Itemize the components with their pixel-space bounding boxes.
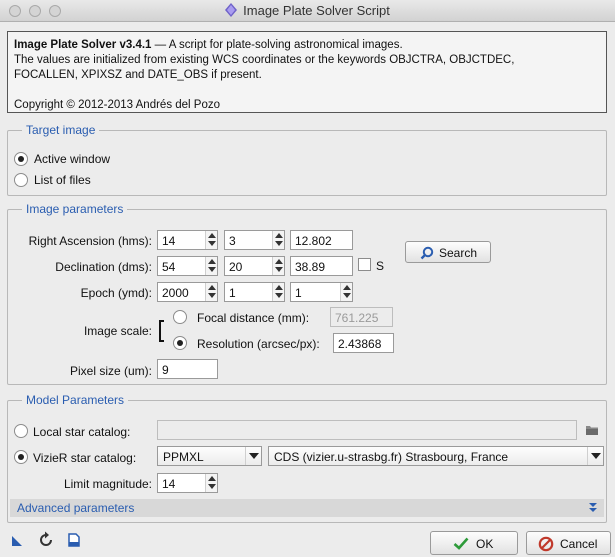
image-parameters-title: Image parameters — [22, 202, 128, 216]
script-info-box: Image Plate Solver v3.4.1 — A script for… — [7, 31, 607, 113]
script-name: Image Plate Solver v3.4.1 — [14, 39, 152, 51]
advanced-parameters-section[interactable]: Advanced parameters — [10, 499, 604, 517]
ra-minutes-spinbox[interactable]: 3 — [224, 230, 285, 250]
ra-label: Right Ascension (hms): — [28, 234, 152, 248]
ra-seconds-field[interactable]: 12.802 — [290, 230, 353, 250]
spin-arrows-icon[interactable] — [205, 231, 217, 249]
focal-distance-radio[interactable] — [173, 310, 187, 324]
script-info-line-2: The values are initialized from existing… — [14, 54, 515, 66]
spin-arrows-icon[interactable] — [205, 474, 217, 492]
chevron-down-icon[interactable] — [587, 447, 603, 465]
vizier-server-select[interactable]: CDS (vizier.u-strasbg.fr) Strasbourg, Fr… — [268, 446, 604, 466]
pixel-size-label: Pixel size (um): — [69, 364, 152, 378]
south-checkbox[interactable] — [358, 258, 371, 271]
focal-distance-field[interactable]: 761.225 — [330, 307, 393, 327]
copyright-text: Copyright © 2012-2013 Andrés del Pozo — [14, 99, 221, 111]
model-parameters-title: Model Parameters — [22, 393, 129, 407]
local-catalog-radio[interactable] — [14, 424, 28, 438]
dec-label: Declination (dms): — [55, 260, 152, 274]
target-image-title: Target image — [22, 123, 100, 137]
bracket-icon — [159, 320, 164, 342]
resolution-label: Resolution (arcsec/px): — [197, 337, 320, 351]
list-of-files-label: List of files — [34, 173, 91, 187]
cancel-button[interactable]: Cancel — [526, 531, 611, 555]
title-bar: Image Plate Solver Script — [0, 0, 615, 22]
dec-seconds-field[interactable]: 38.89 — [290, 256, 353, 276]
local-catalog-path-field[interactable] — [157, 420, 577, 440]
ok-button[interactable]: OK — [430, 531, 518, 555]
script-info-line-3: FOCALLEN, XPIXSZ and DATE_OBS if present… — [14, 69, 262, 81]
epoch-year-spinbox[interactable]: 2000 — [157, 282, 218, 302]
vizier-catalog-select[interactable]: PPMXL — [157, 446, 262, 466]
ok-label: OK — [476, 537, 494, 551]
spin-arrows-icon[interactable] — [272, 231, 284, 249]
vizier-catalog-label: VizieR star catalog: — [33, 451, 137, 465]
magnifier-icon — [420, 246, 434, 260]
chevron-down-icon[interactable] — [245, 447, 261, 465]
new-instance-icon[interactable] — [11, 535, 23, 547]
epoch-month-spinbox[interactable]: 1 — [224, 282, 285, 302]
resolution-field[interactable]: 2.43868 — [333, 333, 394, 353]
active-window-radio[interactable] — [14, 152, 28, 166]
search-label: Search — [439, 246, 478, 260]
ra-hours-spinbox[interactable]: 14 — [157, 230, 218, 250]
search-button[interactable]: Search — [405, 241, 491, 263]
focal-distance-label: Focal distance (mm): — [197, 311, 310, 325]
vizier-catalog-radio[interactable] — [14, 450, 28, 464]
reset-icon[interactable] — [37, 531, 55, 549]
window-title: Image Plate Solver Script — [243, 3, 390, 18]
checkmark-icon — [453, 537, 469, 550]
dec-minutes-spinbox[interactable]: 20 — [224, 256, 285, 276]
double-chevron-down-icon[interactable] — [588, 502, 598, 514]
spin-arrows-icon[interactable] — [272, 283, 284, 301]
south-label: S — [376, 259, 385, 273]
pixinsight-app-icon — [225, 3, 238, 20]
resolution-radio[interactable] — [173, 336, 187, 350]
cancel-label: Cancel — [560, 537, 598, 551]
limit-magnitude-spinbox[interactable]: 14 — [157, 473, 218, 493]
image-scale-label: Image scale: — [83, 324, 152, 338]
local-catalog-label: Local star catalog: — [33, 425, 131, 439]
epoch-day-spinbox[interactable]: 1 — [290, 282, 353, 302]
pixel-size-field[interactable]: 9 — [157, 359, 218, 379]
list-of-files-radio[interactable] — [14, 173, 28, 187]
folder-icon[interactable] — [585, 424, 599, 436]
active-window-label: Active window — [34, 152, 111, 166]
spin-arrows-icon[interactable] — [205, 257, 217, 275]
spin-arrows-icon[interactable] — [272, 257, 284, 275]
epoch-label: Epoch (ymd): — [80, 286, 152, 300]
script-description: — A script for plate-solving astronomica… — [154, 39, 403, 51]
advanced-parameters-label: Advanced parameters — [17, 501, 135, 515]
limit-magnitude-label: Limit magnitude: — [63, 477, 152, 491]
dec-degrees-spinbox[interactable]: 54 — [157, 256, 218, 276]
documentation-icon[interactable] — [68, 533, 80, 547]
spin-arrows-icon[interactable] — [205, 283, 217, 301]
cancel-icon — [538, 536, 554, 552]
spin-arrows-icon[interactable] — [340, 283, 352, 301]
